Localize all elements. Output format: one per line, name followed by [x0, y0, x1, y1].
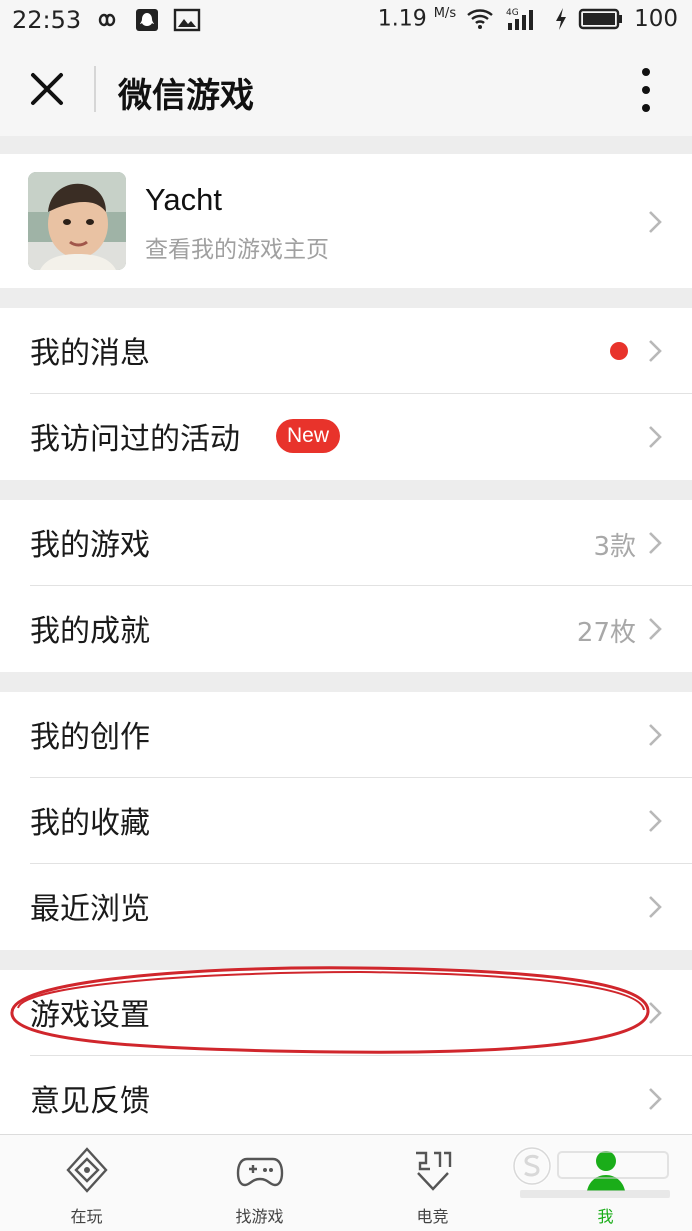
chevron-right-icon — [649, 340, 662, 362]
menu-item-label: 我的创作 — [30, 720, 150, 755]
achievements-count: 27枚 — [576, 618, 636, 648]
close-icon[interactable] — [24, 66, 70, 112]
chevron-right-icon — [649, 810, 662, 832]
wifi-icon — [467, 9, 493, 29]
tab-find-games[interactable]: 找游戏 — [173, 1135, 346, 1231]
charging-icon — [556, 8, 567, 30]
profile-card[interactable]: Yacht 查看我的游戏主页 — [0, 154, 692, 288]
svg-text:4G: 4G — [506, 8, 519, 18]
tab-label: 找游戏 — [235, 1207, 284, 1226]
section-games: 我的游戏 3款 我的成就 27枚 — [0, 500, 692, 672]
chevron-right-icon — [649, 724, 662, 746]
menu-item-visited-activities[interactable]: 我访问过的活动 New — [0, 394, 692, 480]
section-settings: 游戏设置 意见反馈 — [0, 970, 692, 1142]
menu-item-my-favorites[interactable]: 我的收藏 — [0, 778, 692, 864]
chevron-right-icon — [649, 896, 662, 918]
status-time: 22:53 — [12, 6, 82, 34]
menu-item-label: 意见反馈 — [30, 1084, 150, 1119]
infinity-icon — [98, 13, 116, 27]
tab-me[interactable]: 我 — [519, 1135, 692, 1231]
title-divider — [94, 66, 96, 112]
battery-level: 100 — [634, 6, 678, 32]
menu-item-label: 我访问过的活动 — [30, 422, 240, 457]
section-content: 我的创作 我的收藏 最近浏览 — [0, 692, 692, 950]
signal-icon: 4G — [506, 8, 534, 30]
menu-item-feedback[interactable]: 意见反馈 — [0, 1056, 692, 1142]
profile-subtitle: 查看我的游戏主页 — [145, 237, 329, 263]
unread-dot — [610, 342, 628, 360]
menu-item-recently-viewed[interactable]: 最近浏览 — [0, 864, 692, 950]
person-icon — [586, 1151, 625, 1191]
image-icon — [173, 8, 201, 32]
menu-item-label: 我的收藏 — [30, 806, 150, 841]
page-title: 微信游戏 — [118, 76, 254, 116]
chevron-right-icon — [649, 532, 662, 554]
chevron-right-icon — [649, 1088, 662, 1110]
new-badge: New — [276, 419, 341, 453]
status-bar: 22:53 1.19 M/s 4G 100 — [0, 0, 692, 44]
chevron-right-icon — [649, 426, 662, 448]
title-bar: 微信游戏 — [0, 44, 692, 136]
menu-item-label: 游戏设置 — [30, 998, 150, 1033]
chevron-right-icon — [649, 211, 662, 233]
menu-item-game-settings[interactable]: 游戏设置 — [0, 970, 692, 1056]
qq-icon — [136, 9, 159, 31]
more-vertical-icon[interactable] — [626, 64, 666, 116]
tab-esports[interactable]: 电竞 — [346, 1135, 519, 1231]
games-count: 3款 — [593, 532, 636, 562]
chevron-right-icon — [649, 618, 662, 640]
menu-item-label: 最近浏览 — [30, 892, 150, 927]
profile-name: Yacht — [145, 182, 222, 217]
tab-label: 在玩 — [70, 1207, 103, 1226]
battery-icon — [578, 8, 623, 30]
menu-item-my-games[interactable]: 我的游戏 3款 — [0, 500, 692, 586]
network-speed: 1.19 M/s — [377, 6, 457, 32]
tab-label: 电竞 — [416, 1207, 449, 1226]
menu-item-label: 我的游戏 — [30, 528, 150, 563]
avatar — [28, 172, 126, 270]
playing-icon — [65, 1147, 108, 1193]
menu-item-my-messages[interactable]: 我的消息 — [0, 308, 692, 394]
menu-item-label: 我的消息 — [30, 336, 150, 371]
bottom-tab-bar: 在玩 找游戏 电竞 我 — [0, 1134, 692, 1231]
tab-label: 我 — [597, 1207, 614, 1226]
chevron-right-icon — [649, 1002, 662, 1024]
gamepad-icon — [236, 1157, 283, 1187]
section-messages: 我的消息 我访问过的活动 New — [0, 308, 692, 480]
esports-icon — [415, 1151, 451, 1191]
tab-playing[interactable]: 在玩 — [0, 1135, 173, 1231]
menu-item-my-creations[interactable]: 我的创作 — [0, 692, 692, 778]
menu-item-my-achievements[interactable]: 我的成就 27枚 — [0, 586, 692, 672]
menu-item-label: 我的成就 — [30, 614, 150, 649]
